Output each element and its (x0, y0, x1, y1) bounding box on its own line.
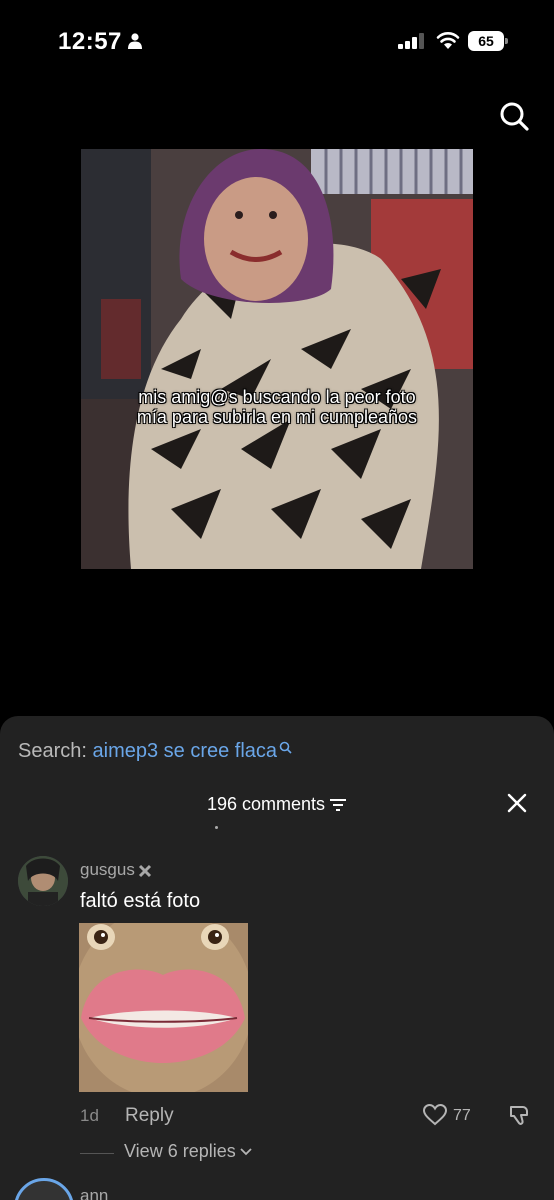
search-label: Search: (18, 740, 87, 762)
search-query-link[interactable]: aimep3 se cree flaca (93, 740, 278, 762)
comment-text: faltó está foto (80, 890, 201, 912)
post-image[interactable]: mis amig@s buscando la peor foto mía par… (81, 149, 473, 569)
post-photo (81, 149, 473, 569)
sort-filter-icon[interactable] (329, 798, 347, 812)
comment-username[interactable]: ann (80, 1186, 108, 1200)
battery-level: 65 (468, 31, 504, 51)
comment-time: 1d (80, 1106, 99, 1125)
view-replies-label: View 6 replies (124, 1141, 236, 1161)
chevron-down-icon (240, 1148, 252, 1156)
search-icon[interactable] (498, 100, 530, 132)
comments-header[interactable]: 196 comments (0, 794, 554, 815)
like-count: 77 (453, 1107, 471, 1124)
username-text: gusgus (80, 860, 135, 879)
dislike-icon[interactable] (507, 1104, 531, 1128)
wifi-icon (436, 32, 460, 49)
comments-panel: Search: aimep3 se cree flaca 196 comment… (0, 716, 554, 1200)
avatar[interactable] (18, 856, 68, 906)
status-time: 12:57 (58, 28, 122, 55)
post-caption: mis amig@s buscando la peor foto mía par… (136, 387, 418, 427)
comment-username[interactable]: gusgus (80, 860, 152, 880)
comment-image[interactable] (79, 923, 248, 1092)
heart-icon[interactable] (423, 1104, 447, 1126)
close-icon[interactable] (506, 792, 528, 814)
avatar[interactable] (14, 1178, 74, 1200)
battery-icon: 65 (468, 31, 508, 51)
replies-divider (80, 1153, 114, 1154)
magnifier-icon (279, 741, 292, 754)
comments-count: 196 comments (206, 794, 326, 814)
view-replies-button[interactable]: View 6 replies (124, 1141, 252, 1162)
status-bar: 12:57 65 (0, 0, 554, 80)
comment-search-suggestion[interactable]: Search: aimep3 se cree flaca (18, 740, 292, 763)
x-badge-icon (138, 864, 151, 877)
person-icon (128, 33, 142, 49)
indicator-dot (215, 826, 218, 829)
signal-icon (398, 33, 424, 49)
reply-button[interactable]: Reply (125, 1105, 174, 1127)
